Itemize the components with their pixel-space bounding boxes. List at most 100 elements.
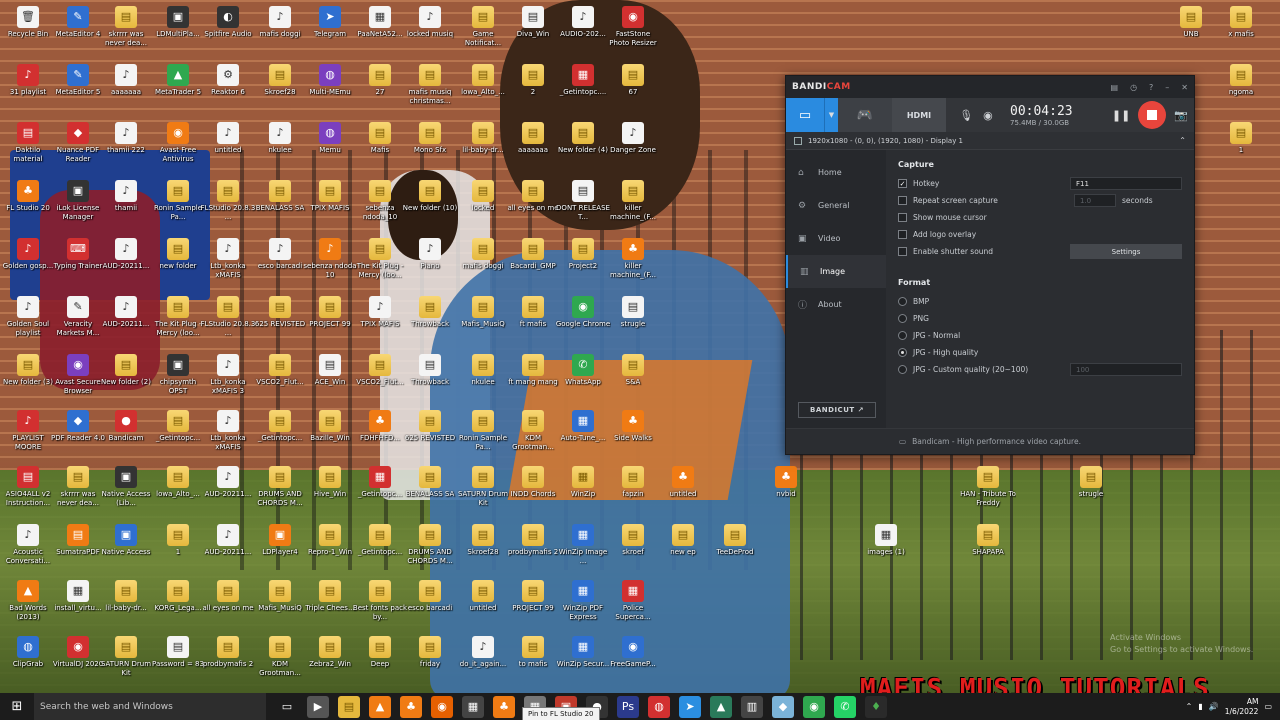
desktop-icon[interactable]: ♪ Piano (402, 238, 458, 271)
desktop-icon[interactable]: ♪ untitled (200, 122, 256, 155)
desktop-icon[interactable]: ▤ 625 REVISTED (402, 410, 458, 443)
start-button[interactable]: ⊞ (0, 693, 34, 720)
app-terminal-icon[interactable]: ▥ (741, 695, 763, 718)
desktop-icon[interactable]: ▤ skroef (605, 524, 661, 557)
folder-icon[interactable]: ▤ (1111, 83, 1119, 92)
bandicam-titlebar[interactable]: BANDICAM ▤ ◷ ? – ✕ (786, 76, 1194, 98)
desktop-icon[interactable]: ▤ PROJECT 99 (505, 580, 561, 613)
desktop-icon[interactable]: ▤ Deep (352, 636, 408, 669)
desktop-icon[interactable]: ▤ Bacardi_GMP (505, 238, 561, 271)
desktop-icon[interactable]: ♪ Golden gosp... (0, 238, 56, 271)
bandicut-button[interactable]: BANDICUT ↗ (798, 402, 876, 418)
settings-button[interactable]: Settings (1070, 244, 1182, 259)
desktop-icon[interactable]: ♣ nvbid (758, 466, 814, 499)
desktop-icon[interactable]: ♣ FL Studio 20 (0, 180, 56, 213)
clock[interactable]: AM 1/6/2022 (1225, 697, 1259, 717)
desktop-icon[interactable]: ▤ nkulee (455, 354, 511, 387)
volume-icon[interactable]: 🔊 (1209, 702, 1219, 711)
bandicam-window[interactable]: BANDICAM ▤ ◷ ? – ✕ ▭ ▼ 🎮 HDMI 🎙 ◉ 00:04:… (785, 75, 1195, 455)
desktop-icon[interactable]: ♣ Side Walks (605, 410, 661, 443)
desktop-icon[interactable]: ▤ Daktilo material (0, 122, 56, 164)
hotkey-input[interactable]: F11 (1070, 177, 1182, 190)
desktop-icon[interactable]: ▦ PaaNetA52... (352, 6, 408, 39)
desktop-icon[interactable]: ▤ ft mafis (505, 296, 561, 329)
desktop-icon[interactable]: ♪ thamii 222 (98, 122, 154, 155)
desktop-icon[interactable]: ➤ Telegram (302, 6, 358, 39)
desktop-icon[interactable]: ● Bandicam (98, 410, 154, 443)
desktop-icon[interactable]: ▦ WinZip PDF Express (555, 580, 611, 622)
game-mode-button[interactable]: 🎮 (838, 98, 892, 132)
format-jpg-custom-radio[interactable] (898, 365, 907, 374)
desktop-icon[interactable]: ♪ AUD-20211... (200, 466, 256, 499)
desktop-icon[interactable]: ◉ FreeGameP... (605, 636, 661, 669)
desktop-icon[interactable]: ▤ lowa_Alto_... (455, 64, 511, 97)
desktop-icon[interactable]: ▦ WinZip (555, 466, 611, 499)
desktop-icon[interactable]: ♪ Ltb_konka xMAFIS 3 (200, 354, 256, 396)
screen-mode-dropdown[interactable]: ▼ (824, 98, 838, 132)
desktop-icon[interactable]: ▤ New folder (3) (0, 354, 56, 387)
nvidia-icon[interactable]: ♦ (865, 695, 887, 718)
desktop-icon[interactable]: ♪ Ltb_konka xMAFIS (200, 410, 256, 452)
desktop-icon[interactable]: ♪ nkulee (252, 122, 308, 155)
custom-quality-input[interactable]: 100 (1070, 363, 1182, 376)
desktop-icon[interactable]: ▤ Bazille_Win (302, 410, 358, 443)
desktop-icon[interactable]: ▤ KDM Grootman... (505, 410, 561, 452)
desktop-icon[interactable]: ♪ sebenza ndoda 10 (302, 238, 358, 280)
desktop-icon[interactable]: ▦ Auto-Tune_... (555, 410, 611, 443)
desktop-icon[interactable]: ▤ new folder (150, 238, 206, 271)
desktop-icon[interactable]: ♪ Danger Zone (605, 122, 661, 155)
desktop-icon[interactable]: ▤ S&A (605, 354, 661, 387)
desktop-icon[interactable]: ▤ INDD Chords (505, 466, 561, 499)
desktop-icon[interactable]: ▤ DRUMS AND CHORDS M... (402, 524, 458, 566)
desktop-icon[interactable]: ▤ strugle (605, 296, 661, 329)
desktop-icon[interactable]: ▤ DONT RELEASE T... (555, 180, 611, 222)
desktop-icon[interactable]: ▤ lil-baby-dr... (455, 122, 511, 155)
desktop-icon[interactable]: ◉ Google Chrome (555, 296, 611, 329)
desktop-icon[interactable]: ▤ to mafis (505, 636, 561, 669)
desktop-icon[interactable]: ▤ mafis doggi (455, 238, 511, 271)
desktop-icon[interactable]: ▤ strugle (1063, 466, 1119, 499)
desktop-icon[interactable]: ▤ _Getintopc... (150, 410, 206, 443)
desktop-icon[interactable]: ▦ _Getintopc... (352, 466, 408, 499)
chevron-up-icon[interactable]: ⌃ (1186, 702, 1193, 711)
network-icon[interactable]: ▮ (1198, 702, 1202, 711)
desktop-icon[interactable]: ◐ Spitfire Audio (200, 6, 256, 39)
desktop-icon[interactable]: ▤ SATURN Drum Kit (98, 636, 154, 678)
task-view-icon[interactable]: ▭ (276, 696, 298, 718)
desktop-icon[interactable]: ▤ DRUMS AND CHORDS M... (252, 466, 308, 508)
desktop-icon[interactable]: ▦ WinZip Secur... (555, 636, 611, 669)
nav-video[interactable]: ▣ Video (786, 222, 886, 255)
desktop-icon[interactable]: ♪ AUD-20211... (200, 524, 256, 557)
desktop-icon[interactable]: ▤ New folder (4) (555, 122, 611, 155)
desktop-icon[interactable]: ▤ Repro-1_Win (302, 524, 358, 557)
metatrader-taskbar-icon[interactable]: ▲ (710, 695, 732, 718)
desktop-icon[interactable]: ♪ AUDIO-202... (555, 6, 611, 39)
desktop-icon[interactable]: ▤ _Getintopc... (252, 410, 308, 443)
repeat-interval-input[interactable]: 1.0 (1074, 194, 1116, 207)
desktop-icon[interactable]: ▤ locked (455, 180, 511, 213)
desktop-icon[interactable]: ▤ SHAPAPA (960, 524, 1016, 557)
desktop-icon[interactable]: ▤ VSCO2_Flut... (252, 354, 308, 387)
desktop-icon[interactable]: ◍ ClipGrab (0, 636, 56, 669)
desktop-icon[interactable]: ▤ lil-baby-dr... (98, 580, 154, 613)
fl-studio-pinned-icon[interactable]: ♣ (493, 695, 515, 718)
desktop-icon[interactable]: ▤ Hive_Win (302, 466, 358, 499)
help-icon[interactable]: ? (1149, 83, 1153, 92)
desktop-icon[interactable]: ♪ Ltb_konka xMAFIS (200, 238, 256, 280)
desktop-icon[interactable]: ♪ Golden Soul playlist (0, 296, 56, 338)
telegram-taskbar-icon[interactable]: ➤ (679, 695, 701, 718)
desktop-icon[interactable]: ▤ untitled (455, 580, 511, 613)
desktop-icon[interactable]: ♪ AUD-20211... (98, 238, 154, 271)
desktop-icon[interactable]: ▤ Skroef28 (455, 524, 511, 557)
desktop-icon[interactable]: ▤ lowa_Alto_... (150, 466, 206, 499)
desktop-icon[interactable]: ♪ 31 playlist (0, 64, 56, 97)
desktop-icon[interactable]: ▤ FLStudio 20.8.3 ... (200, 296, 256, 338)
desktop-icon[interactable]: ♪ do_it_again... (455, 636, 511, 669)
desktop-icon[interactable]: ▤ Game Notificat... (455, 6, 511, 48)
desktop-icon[interactable]: ▤ ASIO4ALL v2 Instruction... (0, 466, 56, 508)
desktop-icon[interactable]: ▤ VSCO2_Flut... (352, 354, 408, 387)
desktop-icon[interactable]: ▤ aaaaaaa (505, 122, 561, 155)
desktop-icon[interactable]: ▤ prodbymafis 2 (505, 524, 561, 557)
desktop-icon[interactable]: ▤ Triple Chees... (302, 580, 358, 613)
desktop-icon[interactable]: ▣ chipsymth OPST (150, 354, 206, 396)
